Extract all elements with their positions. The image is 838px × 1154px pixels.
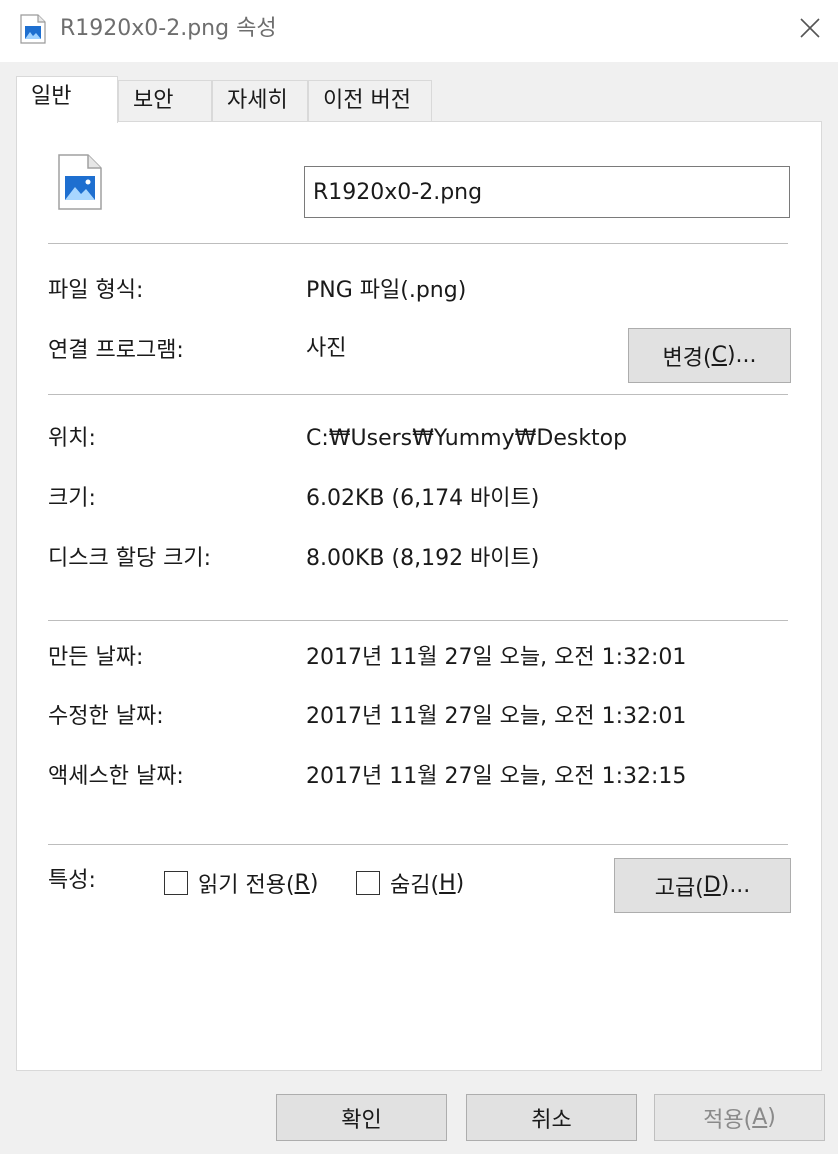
- modified-value: 2017년 11월 27일 오늘, 오전 1:32:01: [306, 704, 687, 729]
- change-button-suffix: )...: [726, 343, 757, 368]
- file-name-input[interactable]: [304, 166, 790, 218]
- advanced-button-text: 고급(: [654, 875, 704, 901]
- hidden-checkbox-box[interactable]: [356, 871, 380, 895]
- separator: [48, 394, 788, 395]
- created-value: 2017년 11월 27일 오늘, 오전 1:32:01: [306, 645, 687, 670]
- readonly-checkbox-box[interactable]: [164, 871, 188, 895]
- cancel-button[interactable]: 취소: [466, 1094, 637, 1141]
- advanced-button-suffix: )...: [720, 873, 751, 898]
- file-type-label: 파일 형식:: [48, 278, 144, 303]
- size-on-disk-value: 8.00KB (8,192 바이트): [306, 546, 540, 571]
- separator: [48, 844, 788, 845]
- tab-label: 이전 버전: [323, 88, 411, 113]
- readonly-checkbox[interactable]: 읽기 전용(R): [164, 867, 318, 899]
- tab-security[interactable]: 보안: [118, 80, 212, 122]
- close-icon: [799, 17, 821, 43]
- hidden-text: 숨김(: [390, 873, 440, 898]
- change-button-key: C: [711, 343, 727, 368]
- tab-label: 일반: [31, 84, 72, 109]
- apply-button-key: A: [752, 1105, 768, 1130]
- location-value: C:₩Users₩Yummy₩Desktop: [306, 426, 628, 451]
- title-bar: R1920x0-2.png 속성: [0, 0, 838, 62]
- general-panel: [16, 121, 822, 1071]
- change-button[interactable]: 변경(C)...: [628, 328, 791, 383]
- readonly-suffix: ): [309, 870, 319, 896]
- window-title: R1920x0-2.png 속성: [60, 16, 277, 41]
- close-button[interactable]: [788, 8, 832, 52]
- tab-general[interactable]: 일반: [16, 76, 118, 123]
- ok-button[interactable]: 확인: [276, 1094, 447, 1141]
- accessed-label: 액세스한 날짜:: [48, 764, 184, 789]
- apply-button-text: 적용(: [703, 1107, 753, 1133]
- tab-label: 보안: [133, 88, 174, 113]
- advanced-button[interactable]: 고급(D)...: [614, 858, 791, 913]
- image-file-icon: [58, 154, 102, 210]
- ok-button-label: 확인: [341, 1107, 382, 1133]
- hidden-suffix: ): [455, 870, 465, 896]
- modified-label: 수정한 날짜:: [48, 704, 164, 729]
- size-value: 6.02KB (6,174 바이트): [306, 486, 540, 511]
- created-label: 만든 날짜:: [48, 645, 144, 670]
- cancel-button-label: 취소: [531, 1107, 572, 1133]
- opens-with-value: 사진: [306, 336, 347, 361]
- hidden-key: H: [439, 870, 456, 896]
- attributes-label: 특성:: [48, 868, 96, 893]
- opens-with-label: 연결 프로그램:: [48, 338, 184, 363]
- readonly-text: 읽기 전용(: [198, 873, 295, 898]
- change-button-text: 변경(: [662, 345, 712, 371]
- size-label: 크기:: [48, 486, 96, 511]
- separator: [48, 243, 788, 244]
- apply-button[interactable]: 적용(A): [654, 1094, 825, 1141]
- hidden-checkbox[interactable]: 숨김(H): [356, 867, 464, 899]
- separator: [48, 620, 788, 621]
- apply-button-suffix: ): [767, 1105, 776, 1130]
- readonly-key: R: [294, 870, 310, 896]
- size-on-disk-label: 디스크 할당 크기:: [48, 546, 212, 571]
- file-type-value: PNG 파일(.png): [306, 278, 467, 303]
- location-label: 위치:: [48, 426, 96, 451]
- tab-details[interactable]: 자세히: [212, 80, 308, 122]
- tab-label: 자세히: [227, 88, 288, 113]
- advanced-button-key: D: [703, 873, 721, 898]
- image-file-icon: [20, 14, 46, 44]
- tab-previous-versions[interactable]: 이전 버전: [308, 80, 432, 122]
- accessed-value: 2017년 11월 27일 오늘, 오전 1:32:15: [306, 764, 687, 789]
